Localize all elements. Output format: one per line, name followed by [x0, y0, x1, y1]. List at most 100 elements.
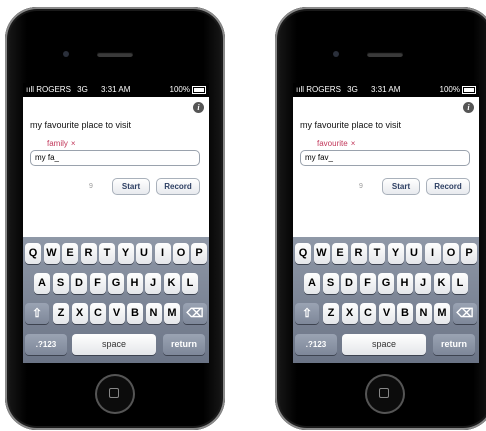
key-n[interactable]: N — [145, 303, 162, 324]
key-w[interactable]: W — [43, 243, 60, 264]
key-w[interactable]: W — [313, 243, 330, 264]
signal-bars-icon: ııll — [296, 85, 304, 94]
return-key[interactable]: return — [433, 334, 475, 355]
text-input[interactable]: my fa_ — [30, 150, 200, 166]
key-v[interactable]: V — [108, 303, 125, 324]
key-i[interactable]: I — [154, 243, 171, 264]
record-button[interactable]: Record — [426, 178, 470, 195]
suggestion-chip[interactable]: family × — [47, 139, 76, 148]
delete-key[interactable]: ⌫ — [183, 303, 207, 324]
key-k[interactable]: K — [163, 273, 180, 294]
return-key[interactable]: return — [163, 334, 205, 355]
key-u[interactable]: U — [406, 243, 422, 264]
remove-suggestion-icon[interactable]: × — [71, 139, 76, 148]
key-h[interactable]: H — [126, 273, 143, 294]
key-e[interactable]: E — [62, 243, 78, 264]
key-v[interactable]: V — [378, 303, 395, 324]
key-s[interactable]: S — [52, 273, 69, 294]
key-p[interactable]: P — [461, 243, 477, 264]
record-button[interactable]: Record — [156, 178, 200, 195]
home-square-icon — [379, 388, 389, 398]
key-n[interactable]: N — [415, 303, 432, 324]
key-b[interactable]: B — [397, 303, 413, 324]
key-x[interactable]: X — [71, 303, 88, 324]
shift-key[interactable]: ⇧ — [295, 303, 319, 324]
start-button[interactable]: Start — [382, 178, 420, 195]
key-a[interactable]: A — [34, 273, 50, 294]
char-count: 9 — [359, 183, 363, 190]
key-d[interactable]: D — [71, 273, 87, 294]
key-c[interactable]: C — [360, 303, 376, 324]
key-a[interactable]: A — [304, 273, 320, 294]
key-o[interactable]: O — [443, 243, 459, 264]
key-l[interactable]: L — [452, 273, 468, 294]
start-button[interactable]: Start — [112, 178, 150, 195]
status-bar: ııll ROGERS 3G 3:31 AM 100% — [293, 83, 479, 97]
prompt-text: my favourite place to visit — [300, 120, 402, 130]
signal-bars-icon: ııll — [26, 85, 34, 94]
space-key[interactable]: space — [342, 334, 426, 355]
home-button[interactable] — [95, 374, 135, 414]
status-carrier: ııll ROGERS 3G — [296, 85, 358, 94]
key-d[interactable]: D — [341, 273, 357, 294]
phone-left: ııll ROGERS 3G 3:31 AM 100% i my favouri… — [5, 7, 225, 430]
battery-icon — [462, 85, 476, 94]
key-j[interactable]: J — [145, 273, 161, 294]
home-button[interactable] — [365, 374, 405, 414]
key-b[interactable]: B — [127, 303, 143, 324]
suggestion-word: favourite — [317, 139, 348, 148]
status-carrier: ııll ROGERS 3G — [26, 85, 88, 94]
key-y[interactable]: Y — [117, 243, 134, 264]
info-icon[interactable]: i — [193, 102, 204, 113]
space-key[interactable]: space — [72, 334, 156, 355]
key-z[interactable]: Z — [53, 303, 69, 324]
shift-key[interactable]: ⇧ — [25, 303, 49, 324]
key-r[interactable]: R — [350, 243, 367, 264]
key-q[interactable]: Q — [295, 243, 311, 264]
home-square-icon — [109, 388, 119, 398]
phone-right: ııll ROGERS 3G 3:31 AM 100% i my favouri… — [275, 7, 486, 430]
key-y[interactable]: Y — [387, 243, 404, 264]
key-f[interactable]: F — [89, 273, 106, 294]
speaker-grille — [97, 52, 133, 57]
key-t[interactable]: T — [369, 243, 385, 264]
key-c[interactable]: C — [90, 303, 106, 324]
key-u[interactable]: U — [136, 243, 152, 264]
keyboard: Q W E R T Y U I O P A S D F G H J K L ⇧ … — [293, 237, 479, 363]
text-input[interactable]: my fav_ — [300, 150, 470, 166]
key-l[interactable]: L — [182, 273, 198, 294]
front-camera — [333, 51, 339, 57]
remove-suggestion-icon[interactable]: × — [351, 139, 356, 148]
key-g[interactable]: G — [108, 273, 124, 294]
key-g[interactable]: G — [378, 273, 394, 294]
key-h[interactable]: H — [396, 273, 413, 294]
key-o[interactable]: O — [173, 243, 189, 264]
key-x[interactable]: X — [341, 303, 358, 324]
key-f[interactable]: F — [359, 273, 376, 294]
suggestion-word: family — [47, 139, 68, 148]
keyboard: Q W E R T Y U I O P A S D F G H J K L ⇧ … — [23, 237, 209, 363]
key-z[interactable]: Z — [323, 303, 339, 324]
key-m[interactable]: M — [434, 303, 450, 324]
key-k[interactable]: K — [433, 273, 450, 294]
delete-key[interactable]: ⌫ — [453, 303, 477, 324]
numbers-key[interactable]: .?123 — [25, 334, 67, 355]
key-q[interactable]: Q — [25, 243, 41, 264]
status-battery: 100% — [440, 83, 476, 97]
key-s[interactable]: S — [322, 273, 339, 294]
suggestion-chip[interactable]: favourite × — [317, 139, 355, 148]
key-t[interactable]: T — [99, 243, 115, 264]
key-j[interactable]: J — [415, 273, 431, 294]
char-count: 9 — [89, 183, 93, 190]
speaker-grille — [367, 52, 403, 57]
front-camera — [63, 51, 69, 57]
key-i[interactable]: I — [424, 243, 441, 264]
key-m[interactable]: M — [164, 303, 180, 324]
status-time: 3:31 AM — [371, 85, 401, 94]
info-icon[interactable]: i — [463, 102, 474, 113]
key-p[interactable]: P — [191, 243, 207, 264]
key-e[interactable]: E — [332, 243, 348, 264]
key-r[interactable]: R — [80, 243, 97, 264]
numbers-key[interactable]: .?123 — [295, 334, 337, 355]
status-bar: ııll ROGERS 3G 3:31 AM 100% — [23, 83, 209, 97]
